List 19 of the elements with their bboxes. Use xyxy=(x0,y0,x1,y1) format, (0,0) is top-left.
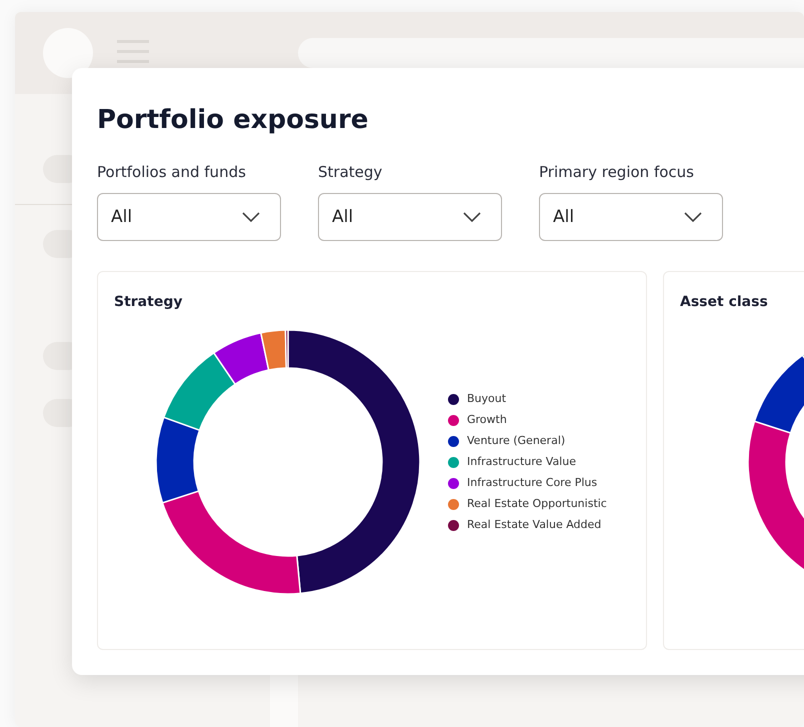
filter-dropdown[interactable]: All xyxy=(539,193,723,241)
chart-title: Strategy xyxy=(114,293,184,312)
filter-label: Strategy xyxy=(318,162,384,182)
filter-label: Portfolios and funds xyxy=(97,162,247,182)
legend-label: Infrastructure Core Plus xyxy=(467,475,598,491)
legend-label: Venture (General) xyxy=(467,433,566,449)
legend-label: Real Estate Value Added xyxy=(467,517,602,533)
chevron-down-icon xyxy=(684,212,702,222)
legend-label: Growth xyxy=(467,412,507,428)
chevron-down-icon xyxy=(463,212,481,222)
chart-title: Asset class xyxy=(680,293,769,312)
legend-label: Infrastructure Value xyxy=(467,454,576,470)
legend-label: Buyout xyxy=(467,391,506,407)
filter-label: Primary region focus xyxy=(539,162,695,182)
chevron-down-icon xyxy=(242,212,260,222)
filter-dropdown[interactable]: All xyxy=(318,193,502,241)
legend-label: Real Estate Opportunistic xyxy=(467,496,607,512)
modal-title: Portfolio exposure xyxy=(97,104,370,137)
filter-dropdown[interactable]: All xyxy=(97,193,281,241)
